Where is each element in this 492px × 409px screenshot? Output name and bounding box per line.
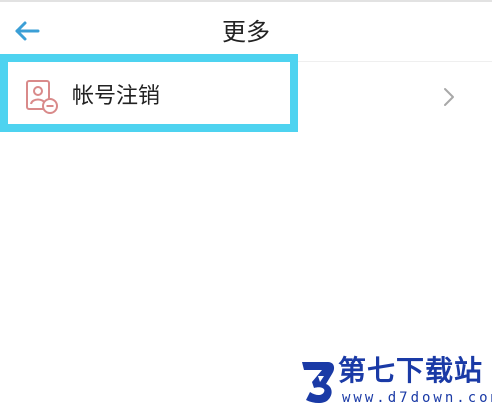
menu-item-label: 帐号注销 (72, 84, 161, 109)
account-cancel-icon (26, 80, 58, 114)
screen: 更多 帐号注销 第七下载站 www.d7down.com (0, 0, 492, 409)
menu-item-account-cancel[interactable]: 帐号注销 (0, 62, 492, 132)
header-bar: 更多 (0, 2, 492, 61)
watermark-logo-icon (302, 362, 335, 403)
chevron-right-icon (444, 88, 454, 106)
watermark: 第七下载站 www.d7down.com (296, 352, 492, 409)
watermark-name: 第七下载站 (338, 354, 484, 387)
page-title: 更多 (222, 18, 270, 46)
watermark-url: www.d7down.com (342, 390, 492, 406)
